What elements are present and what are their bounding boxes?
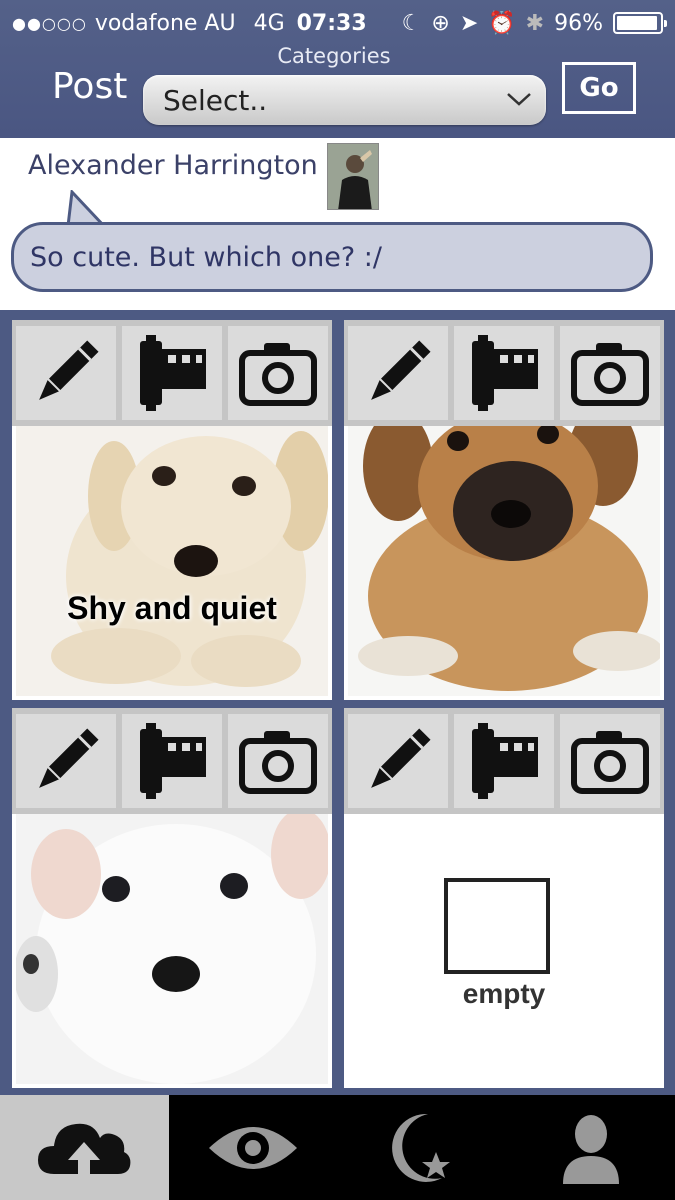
comment-author[interactable]: Alexander Harrington — [28, 150, 318, 181]
comment-bubble: So cute. But which one? :/ — [11, 222, 653, 292]
pencil-icon — [39, 728, 99, 788]
post-toolbar — [12, 708, 332, 814]
camera-button[interactable] — [228, 326, 328, 420]
tab-bar — [0, 1095, 675, 1200]
film-button[interactable] — [122, 326, 222, 420]
film-roll-icon — [140, 335, 206, 411]
post-label: Post — [52, 66, 128, 107]
camera-button[interactable] — [228, 714, 328, 808]
film-roll-icon — [472, 335, 538, 411]
profile-icon — [562, 1114, 619, 1184]
film-roll-icon — [140, 723, 206, 799]
pencil-icon — [371, 340, 431, 400]
edit-button[interactable] — [16, 714, 116, 808]
puppy-photo[interactable] — [348, 426, 660, 696]
empty-label: empty — [462, 978, 546, 1009]
film-button[interactable] — [122, 714, 222, 808]
bluetooth-icon: ✱ — [525, 10, 545, 36]
post-toolbar — [344, 708, 664, 814]
status-bar: ●●○○○ vodafone AU 4G 07:33 ☾ ⊕ ➤ ⏰ ✱ 96% — [0, 0, 675, 46]
tab-favorites[interactable] — [338, 1095, 507, 1200]
chevron-down-icon — [507, 93, 531, 106]
pencil-icon — [39, 340, 99, 400]
alarm-icon: ⏰ — [488, 10, 516, 36]
post-card: empty — [344, 708, 664, 1088]
film-roll-icon — [472, 723, 538, 799]
go-button[interactable]: Go — [562, 62, 636, 114]
moon-icon: ☾ — [401, 10, 422, 36]
upload-cloud-icon — [38, 1123, 131, 1174]
location-icon: ➤ — [459, 10, 479, 36]
battery-icon — [613, 12, 667, 34]
top-bar: ●●○○○ vodafone AU 4G 07:33 ☾ ⊕ ➤ ⏰ ✱ 96%… — [0, 0, 675, 138]
camera-button[interactable] — [560, 714, 660, 808]
category-select-value: Select.. — [163, 83, 268, 117]
orientation-lock-icon: ⊕ — [431, 10, 450, 36]
edit-button[interactable] — [348, 714, 448, 808]
post-card — [344, 320, 664, 700]
camera-icon — [571, 731, 649, 794]
camera-icon — [239, 731, 317, 794]
tab-upload[interactable] — [0, 1095, 169, 1200]
empty-placeholder-icon[interactable] — [444, 878, 550, 974]
edit-button[interactable] — [16, 326, 116, 420]
moon-star-icon — [391, 1113, 450, 1182]
network-label: 4G — [253, 10, 285, 36]
battery-percent: 96% — [554, 10, 603, 36]
post-grid: Shy and quiet empty — [0, 310, 675, 1095]
post-toolbar — [344, 320, 664, 426]
tab-profile[interactable] — [506, 1095, 675, 1200]
post-toolbar — [12, 320, 332, 426]
category-select[interactable]: Select.. — [143, 75, 546, 125]
clock: 07:33 — [296, 10, 367, 36]
pencil-icon — [371, 728, 431, 788]
edit-button[interactable] — [348, 326, 448, 420]
post-card — [12, 708, 332, 1088]
comment-text: So cute. But which one? :/ — [30, 241, 382, 273]
puppy-photo[interactable] — [16, 426, 328, 696]
carrier-label: vodafone AU — [94, 10, 236, 36]
film-button[interactable] — [454, 714, 554, 808]
signal-strength: ●●○○○ — [12, 13, 87, 33]
camera-icon — [571, 343, 649, 406]
film-button[interactable] — [454, 326, 554, 420]
post-caption: Shy and quiet — [67, 590, 277, 626]
camera-icon — [239, 343, 317, 406]
categories-label: Categories — [277, 44, 391, 68]
avatar[interactable] — [327, 143, 379, 210]
post-card: Shy and quiet — [12, 320, 332, 700]
camera-button[interactable] — [560, 326, 660, 420]
puppy-photo[interactable] — [16, 814, 328, 1084]
eye-icon — [209, 1126, 298, 1169]
tab-view[interactable] — [169, 1095, 338, 1200]
